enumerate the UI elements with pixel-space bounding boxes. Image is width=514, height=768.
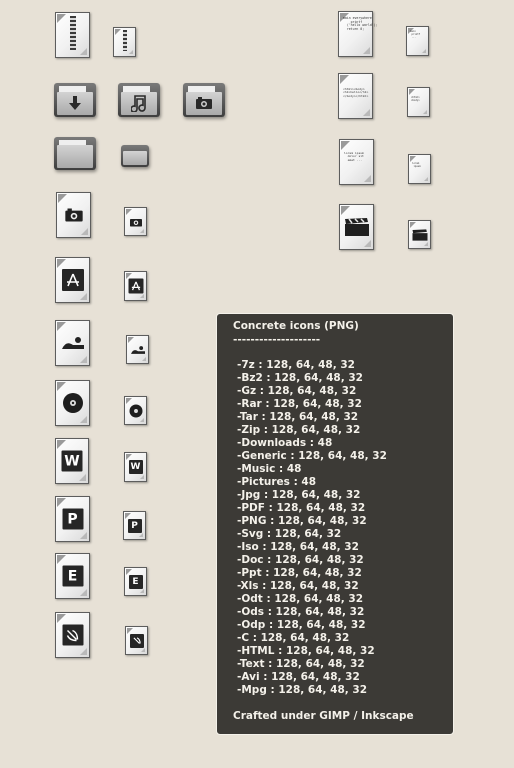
svg-icon[interactable] — [55, 612, 90, 658]
format-entry: -PDF : 128, 64, 48, 32 — [237, 502, 366, 514]
text-snippet: lorem ipsum dolor sit amet ... — [344, 151, 364, 162]
word-letter-icon: W — [61, 450, 83, 472]
clapperboard-icon — [412, 228, 427, 241]
png-icon[interactable] — [55, 320, 90, 366]
doc-icon-small[interactable]: W — [124, 452, 147, 482]
pdf-icon-small[interactable] — [124, 271, 147, 301]
format-entry: -Rar : 128, 64, 48, 32 — [237, 398, 362, 410]
text-snippet: lorem ipsum — [412, 162, 421, 168]
html-code-snippet: <html><body> <h1>hello</h1> </body></htm… — [343, 87, 369, 98]
generic-folder-icon-small[interactable] — [121, 145, 149, 167]
panel-title: Concrete icons (PNG) — [233, 320, 359, 332]
clapperboard-icon — [344, 218, 369, 236]
format-entry: -C : 128, 64, 48, 32 — [237, 632, 350, 644]
c-source-icon[interactable]: main everywhere printf ('hello world'); … — [338, 11, 378, 57]
format-entry: -Ods : 128, 64, 48, 32 — [237, 606, 365, 618]
music-note-icon — [131, 95, 146, 113]
format-entry: -Music : 48 — [237, 463, 302, 475]
format-entry: -Pictures : 48 — [237, 476, 317, 488]
presentation-letter-icon: P — [62, 508, 83, 530]
generic-folder-icon[interactable] — [54, 137, 96, 170]
svg-icon-small[interactable] — [125, 626, 148, 655]
ppt-icon-small[interactable]: P — [123, 511, 146, 540]
pdf-logo-icon — [61, 269, 84, 291]
html-code-snippet: <html> <body> — [411, 96, 420, 102]
panel-separator: -------------------- — [233, 334, 321, 346]
pdf-logo-icon — [128, 278, 143, 294]
format-entry: -HTML : 128, 64, 48, 32 — [237, 645, 375, 657]
xls-icon-small[interactable]: E — [124, 567, 147, 596]
xls-icon[interactable]: E — [55, 553, 90, 599]
format-entry: -7z : 128, 64, 48, 32 — [237, 359, 355, 371]
camera-icon — [129, 218, 142, 226]
downloads-folder-icon[interactable] — [54, 83, 96, 117]
pictures-folder-icon[interactable] — [183, 83, 225, 117]
vector-pen-icon — [62, 624, 83, 646]
format-entry: -Xls : 128, 64, 48, 32 — [237, 580, 359, 592]
c-source-icon-small[interactable]: main printf ... — [406, 26, 429, 56]
panel-footer: Crafted under GIMP / Inkscape — [233, 710, 414, 722]
format-entry: -Downloads : 48 — [237, 437, 333, 449]
info-panel: Concrete icons (PNG) -------------------… — [216, 313, 454, 735]
iso-icon[interactable] — [55, 380, 90, 426]
html-icon[interactable]: <html><body> <h1>hello</h1> </body></htm… — [338, 73, 373, 119]
ppt-icon[interactable]: P — [55, 496, 90, 542]
camera-icon — [64, 208, 83, 222]
video-icon[interactable] — [339, 204, 374, 250]
c-code-snippet: main everywhere printf ('hello world'); … — [343, 16, 378, 32]
format-entry: -Jpg : 128, 64, 48, 32 — [237, 489, 361, 501]
jpg-icon[interactable] — [56, 192, 91, 238]
c-code-snippet: main printf ... — [410, 30, 421, 39]
disc-icon — [62, 393, 83, 413]
format-entry: -Zip : 128, 64, 48, 32 — [237, 424, 361, 436]
iso-icon-small[interactable] — [124, 396, 147, 425]
presentation-letter-icon: P — [127, 518, 142, 533]
format-entry: -Generic : 128, 64, 48, 32 — [237, 450, 387, 462]
download-arrow-icon — [69, 96, 81, 111]
png-icon-small[interactable] — [126, 335, 149, 364]
format-entry: -Text : 128, 64, 48, 32 — [237, 658, 365, 670]
format-entry: -Avi : 128, 64, 48, 32 — [237, 671, 360, 683]
format-entry: -Odp : 128, 64, 48, 32 — [237, 619, 366, 631]
format-entry: -Svg : 128, 64, 32 — [237, 528, 342, 540]
spreadsheet-letter-icon: E — [128, 574, 143, 589]
word-letter-icon: W — [128, 460, 143, 474]
format-entry: -Odt : 128, 64, 48, 32 — [237, 593, 364, 605]
format-entry: -Gz : 128, 64, 48, 32 — [237, 385, 357, 397]
format-entry: -Iso : 128, 64, 48, 32 — [237, 541, 359, 553]
format-entry: -Mpg : 128, 64, 48, 32 — [237, 684, 368, 696]
html-icon-small[interactable]: <html> <body> — [407, 87, 430, 117]
format-entry: -PNG : 128, 64, 48, 32 — [237, 515, 367, 527]
spreadsheet-letter-icon: E — [62, 565, 83, 587]
pdf-icon[interactable] — [55, 257, 90, 303]
landscape-icon — [130, 345, 145, 354]
music-folder-icon[interactable] — [118, 83, 160, 117]
format-entry: -Doc : 128, 64, 48, 32 — [237, 554, 364, 566]
archive-icon-small[interactable] — [113, 27, 136, 57]
archive-icon[interactable] — [55, 12, 90, 58]
text-icon[interactable]: lorem ipsum dolor sit amet ... — [339, 139, 374, 185]
camera-icon — [196, 97, 212, 110]
format-entry: -Ppt : 128, 64, 48, 32 — [237, 567, 362, 579]
video-icon-small[interactable] — [408, 220, 431, 249]
vector-pen-icon — [129, 633, 144, 648]
landscape-icon — [61, 337, 84, 349]
format-entry: -Tar : 128, 64, 48, 32 — [237, 411, 359, 423]
jpg-icon-small[interactable] — [124, 207, 147, 236]
doc-icon[interactable]: W — [55, 438, 89, 484]
format-entry: -Bz2 : 128, 64, 48, 32 — [237, 372, 363, 384]
disc-icon — [129, 404, 142, 417]
text-icon-small[interactable]: lorem ipsum — [408, 154, 431, 184]
